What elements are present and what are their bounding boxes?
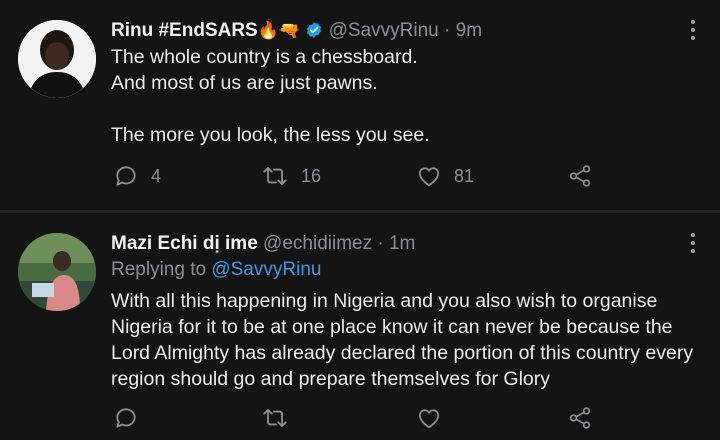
reply-button[interactable] <box>113 403 139 433</box>
replying-label: Replying to <box>111 259 207 280</box>
retweet-icon <box>263 409 287 427</box>
avatar-image <box>18 20 96 98</box>
retweet-button[interactable] <box>261 403 289 433</box>
user-handle[interactable]: @echidiimez <box>263 233 372 254</box>
name-emojis: 🔥🔫 <box>257 21 301 40</box>
verified-badge-icon <box>305 21 323 39</box>
reply-count: 4 <box>151 165 162 186</box>
more-options-icon[interactable] <box>690 233 696 257</box>
avatar-image <box>18 233 96 311</box>
retweet-button[interactable]: 16 <box>261 161 321 191</box>
separator-dot: · <box>444 20 451 41</box>
tweet-text: The whole country is a chessboard. And m… <box>111 44 701 148</box>
reply-icon <box>116 166 136 186</box>
display-name[interactable]: Rinu #EndSARS <box>111 20 258 41</box>
reply-icon <box>116 408 136 428</box>
tweet-line: The whole country is a chessboard. <box>111 46 418 68</box>
tweet-header: Mazi Echi dị ime @echidiimez · 1m <box>111 231 415 257</box>
share-icon <box>569 407 591 429</box>
avatar[interactable] <box>18 233 96 311</box>
retweet-icon <box>263 167 287 185</box>
mention-link[interactable]: @SavvyRinu <box>211 259 321 280</box>
share-button[interactable] <box>567 403 593 433</box>
user-handle[interactable]: @SavvyRinu <box>329 20 439 41</box>
like-count: 81 <box>454 165 475 186</box>
share-icon <box>569 165 591 187</box>
like-button[interactable] <box>416 403 442 433</box>
separator-dot: · <box>377 233 384 254</box>
replying-to: Replying to @SavvyRinu <box>111 257 321 283</box>
reply-button[interactable]: 4 <box>113 161 161 191</box>
like-icon <box>418 167 440 187</box>
like-icon <box>418 409 440 429</box>
display-name[interactable]: Mazi Echi dị ime <box>111 233 258 254</box>
timestamp[interactable]: 9m <box>456 20 482 41</box>
tweet-actions: 4 16 81 <box>111 161 711 191</box>
reply-tweet-card[interactable]: Mazi Echi dị ime @echidiimez · 1m Replyi… <box>0 213 720 440</box>
tweet-line: And most of us are just pawns. <box>111 72 378 94</box>
retweet-count: 16 <box>301 165 322 186</box>
tweet-line: The more you look, the less you see. <box>111 124 430 146</box>
tweet-text: With all this happening in Nigeria and y… <box>111 290 694 390</box>
tweet-header: Rinu #EndSARS🔥🔫 @SavvyRinu · 9m <box>111 18 482 44</box>
share-button[interactable] <box>567 161 593 191</box>
tweet-actions <box>111 403 711 433</box>
like-button[interactable]: 81 <box>416 161 474 191</box>
more-options-icon[interactable] <box>690 20 696 44</box>
avatar[interactable] <box>18 20 96 98</box>
timestamp[interactable]: 1m <box>389 233 415 254</box>
tweet-card[interactable]: Rinu #EndSARS🔥🔫 @SavvyRinu · 9m The whol… <box>0 0 720 210</box>
